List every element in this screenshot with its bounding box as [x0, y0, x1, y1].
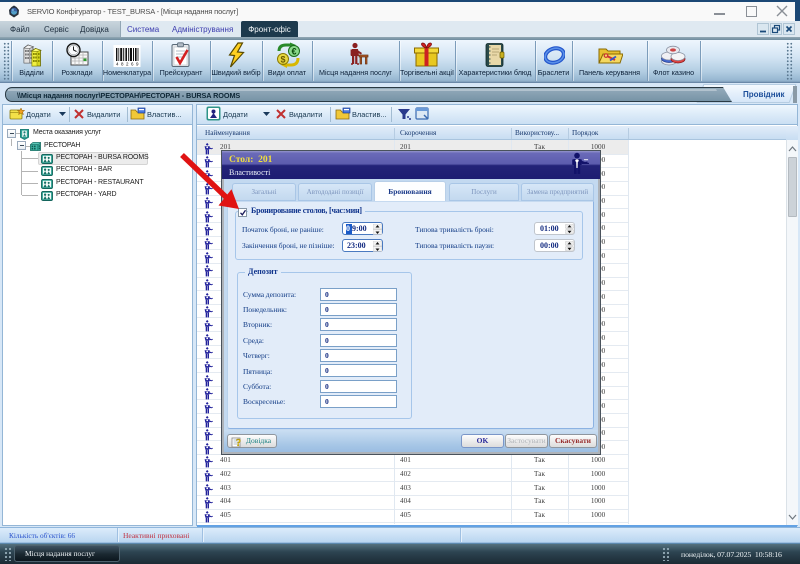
svg-text:€: €	[292, 47, 297, 57]
svg-text:?: ?	[236, 438, 241, 448]
svg-text:$: $	[281, 55, 286, 65]
